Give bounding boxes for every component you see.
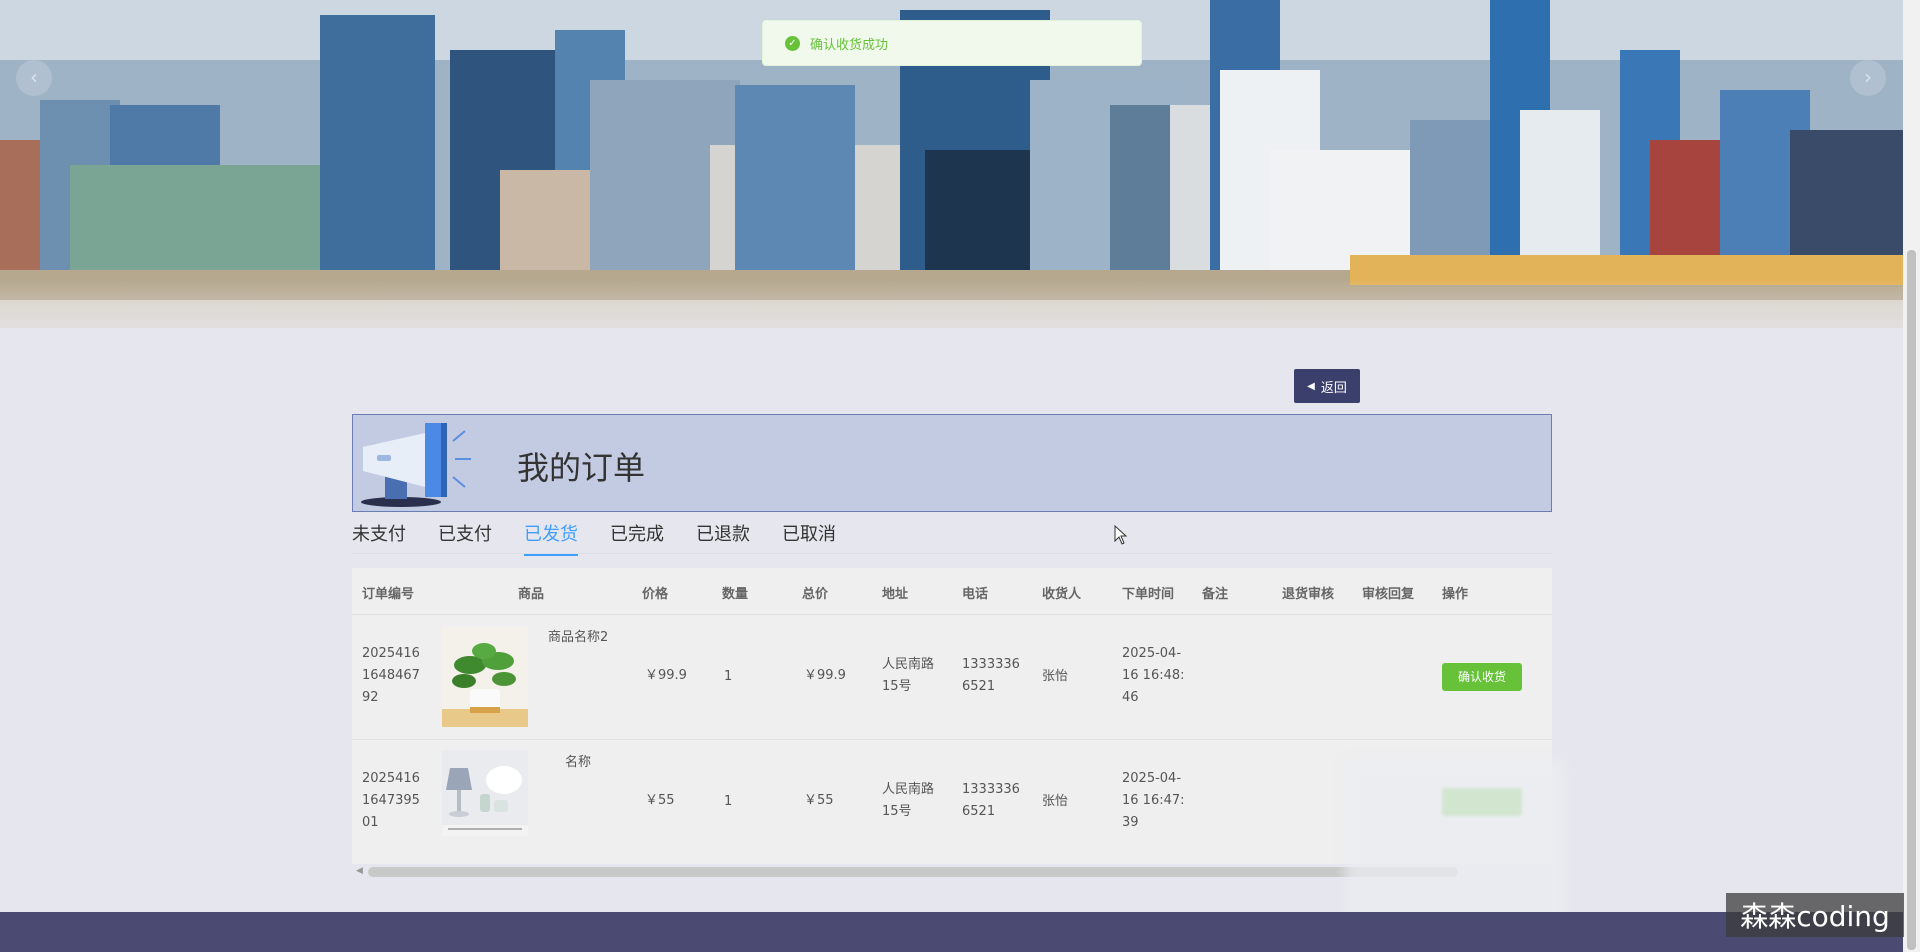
product-image[interactable] (442, 750, 528, 836)
product-image[interactable] (442, 627, 528, 727)
order-status-tabs: 未支付 已支付 已发货 已完成 已退款 已取消 (352, 520, 868, 556)
page-vertical-scrollbar[interactable] (1903, 0, 1920, 952)
column-header: 电话 (962, 587, 989, 602)
tab-completed[interactable]: 已完成 (610, 520, 664, 556)
receiver: 张怡 (1042, 669, 1069, 684)
order-number: 2025416 1647395 01 (362, 771, 420, 830)
column-header: 订单编号 (362, 587, 415, 602)
order-number: 2025416 1648467 92 (362, 646, 420, 705)
column-header: 商品 (518, 587, 545, 602)
orders-header-panel: 我的订单 (352, 414, 1552, 512)
table-header: 订单编号 商品 价格 数量 总价 地址 电话 收货人 下单时间 备注 退货审核 … (352, 568, 1552, 615)
scroll-left-icon[interactable]: ◀ (356, 866, 363, 876)
carousel-next-button[interactable]: › (1850, 60, 1886, 96)
lamp-decor-picture (442, 750, 528, 836)
tab-cancelled[interactable]: 已取消 (782, 520, 836, 556)
total-price: ￥99.9 (804, 668, 846, 683)
page-footer (0, 912, 1903, 952)
back-button-label: 返回 (1320, 380, 1347, 396)
tab-paid[interactable]: 已支付 (438, 520, 492, 556)
order-time: 2025-04- 16 16:48: 46 (1122, 646, 1185, 705)
back-button[interactable]: ◀ 返回 (1294, 369, 1360, 403)
product-name: 名称 (565, 755, 592, 770)
megaphone-icon (361, 423, 471, 507)
phone: 1333336 6521 (962, 782, 1020, 819)
success-toast: ✓ 确认收货成功 (762, 20, 1142, 66)
column-header: 地址 (882, 587, 909, 602)
order-time: 2025-04- 16 16:47: 39 (1122, 771, 1185, 830)
receiver: 张怡 (1042, 794, 1069, 809)
address: 人民南路 15号 (882, 657, 935, 694)
page-title: 我的订单 (517, 449, 646, 487)
column-header: 数量 (722, 587, 749, 602)
carousel-prev-button[interactable]: ‹ (16, 60, 52, 96)
mouse-cursor-icon (1114, 525, 1128, 545)
product-name: 商品名称2 (548, 630, 609, 645)
confirm-receipt-button[interactable]: 确认收货 (1442, 663, 1522, 691)
tabs-divider (352, 553, 1552, 554)
price: ￥55 (645, 793, 675, 808)
column-header: 备注 (1202, 587, 1229, 602)
scrollbar-thumb[interactable] (1907, 250, 1916, 950)
column-header: 价格 (642, 587, 669, 602)
tab-unpaid[interactable]: 未支付 (352, 520, 406, 556)
plant-pot-picture (442, 627, 528, 727)
column-header: 审核回复 (1362, 587, 1415, 602)
quantity: 1 (724, 669, 733, 684)
address: 人民南路 15号 (882, 782, 935, 819)
tab-refunded[interactable]: 已退款 (696, 520, 750, 556)
scrollbar-thumb[interactable] (368, 867, 1458, 877)
column-header: 总价 (802, 587, 829, 602)
column-header: 操作 (1442, 587, 1469, 602)
column-header: 下单时间 (1122, 587, 1175, 602)
tab-shipped[interactable]: 已发货 (524, 520, 578, 556)
column-header: 退货审核 (1282, 587, 1335, 602)
watermark: 森森coding (1726, 893, 1904, 937)
phone: 1333336 6521 (962, 657, 1020, 694)
quantity: 1 (724, 794, 733, 809)
total-price: ￥55 (804, 793, 834, 808)
price: ￥99.9 (645, 668, 687, 683)
check-circle-icon: ✓ (785, 35, 800, 51)
table-row: 2025416 1648467 92 商品名称2 ￥99.9 1 ￥99.9 人… (352, 615, 1552, 740)
caret-left-icon: ◀ (1307, 380, 1315, 392)
column-header: 收货人 (1042, 587, 1082, 602)
toast-message: 确认收货成功 (810, 37, 889, 53)
